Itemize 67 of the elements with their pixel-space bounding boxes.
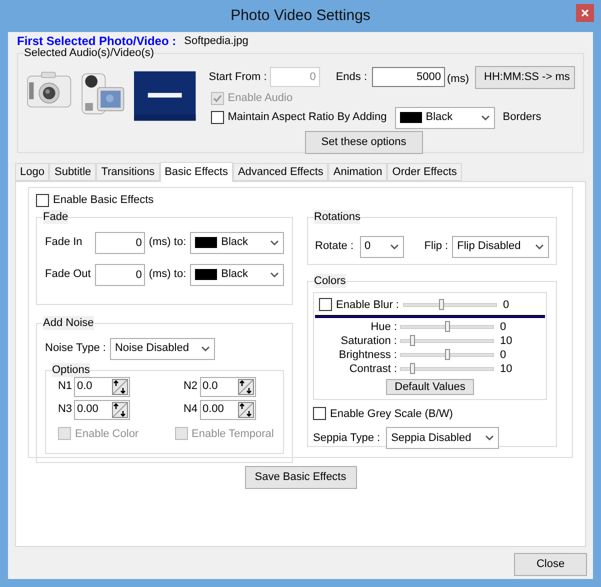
group-title: Rotations: [314, 210, 360, 224]
window-title: Photo Video Settings: [230, 6, 370, 26]
tab[interactable]: Subtitle: [49, 163, 96, 181]
fade-label: Fade Out: [45, 267, 92, 282]
checkbox-label: Enable Color: [75, 426, 139, 442]
close-button[interactable]: Close: [514, 553, 587, 576]
spinner-label: N2: [182, 379, 198, 394]
number-field[interactable]: 0.0: [74, 376, 130, 396]
slider-reading: 10: [500, 362, 512, 377]
checkbox-label: Enable Blur :: [336, 298, 399, 312]
unit-label: (ms): [447, 72, 469, 87]
rotate-label: Rotate :: [315, 239, 354, 254]
unit-label: (ms) to:: [148, 267, 186, 282]
checkbox-label: Enable Temporal: [192, 426, 274, 442]
dropdown[interactable]: Black: [394, 106, 495, 128]
group-title: Selected Audio(s)/Video(s): [24, 46, 154, 60]
unit-label: (ms) to:: [148, 235, 186, 250]
slider-reading: 0: [500, 320, 506, 335]
dropdown[interactable]: Black: [190, 232, 284, 254]
default-values-button[interactable]: Default Values: [386, 379, 474, 395]
field-label: Start From :: [208, 70, 267, 85]
dropdown[interactable]: Noise Disabled: [110, 338, 215, 360]
slider-label: Saturation :: [340, 334, 398, 349]
slider-reading: 0: [502, 298, 510, 312]
checkbox-label: Enable Grey Scale (B/W): [330, 406, 453, 422]
group-title: Add Noise: [43, 316, 94, 330]
tab[interactable]: Logo: [15, 163, 50, 181]
number-field[interactable]: 0.00: [74, 400, 130, 420]
header-value: Softpedia.jpg: [184, 34, 248, 49]
number-field[interactable]: 0.00: [200, 400, 256, 420]
group-title: Colors: [314, 274, 346, 288]
number-field[interactable]: 0.0: [200, 376, 256, 396]
slider-label: Contrast :: [348, 362, 398, 377]
duration-field[interactable]: 0: [95, 232, 145, 254]
spinner-label: N4: [182, 402, 198, 418]
group-title: Fade: [43, 210, 68, 224]
checkbox-label: Enable Audio: [228, 91, 293, 106]
slider-reading: 0: [500, 348, 506, 363]
checkbox-label: Enable Basic Effects: [53, 193, 154, 208]
group-title: Options: [52, 362, 90, 376]
spinner-label: N3: [56, 402, 72, 418]
dropdown[interactable]: Flip Disabled: [452, 236, 549, 258]
noise-type-label: Noise Type :: [45, 341, 106, 356]
tab[interactable]: Transitions: [96, 163, 160, 181]
slider-label: Hue :: [370, 320, 398, 335]
end-field[interactable]: 5000: [372, 67, 445, 87]
convert-button[interactable]: HH:MM:SS -> ms: [475, 66, 575, 88]
borders-label: Borders: [502, 110, 542, 126]
dropdown[interactable]: Black: [190, 264, 284, 286]
flip-label: Flip :: [424, 239, 448, 254]
tab[interactable]: Advanced Effects: [232, 163, 328, 181]
tab[interactable]: Basic Effects: [160, 162, 233, 182]
seppia-label: Seppia Type :: [313, 430, 380, 446]
dropdown[interactable]: 0: [360, 236, 404, 258]
checkbox-label: Maintain Aspect Ratio By Adding: [228, 110, 387, 126]
dropdown[interactable]: Seppia Disabled: [386, 427, 500, 449]
set-options-button[interactable]: Set these options: [304, 130, 423, 154]
field-label: Ends :: [336, 70, 367, 85]
spinner-label: N1: [56, 379, 72, 394]
tab[interactable]: Animation: [328, 163, 388, 181]
header-label: First Selected Photo/Video :: [17, 33, 176, 48]
slider-label: Brightness :: [338, 348, 398, 363]
duration-field[interactable]: 0: [95, 264, 145, 286]
tab[interactable]: Order Effects: [387, 163, 462, 181]
fade-label: Fade In: [45, 235, 84, 250]
slider-reading: 10: [500, 334, 512, 349]
save-effects-button[interactable]: Save Basic Effects: [244, 466, 356, 489]
